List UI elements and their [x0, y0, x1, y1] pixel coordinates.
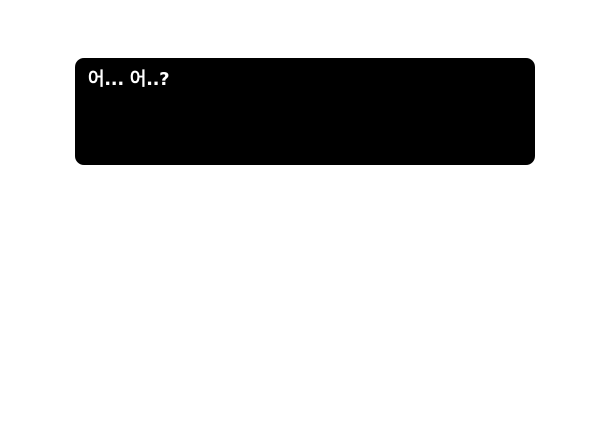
dialogue-box[interactable]: 어... 어..?: [75, 58, 535, 165]
dialogue-text: 어... 어..?: [88, 69, 170, 90]
